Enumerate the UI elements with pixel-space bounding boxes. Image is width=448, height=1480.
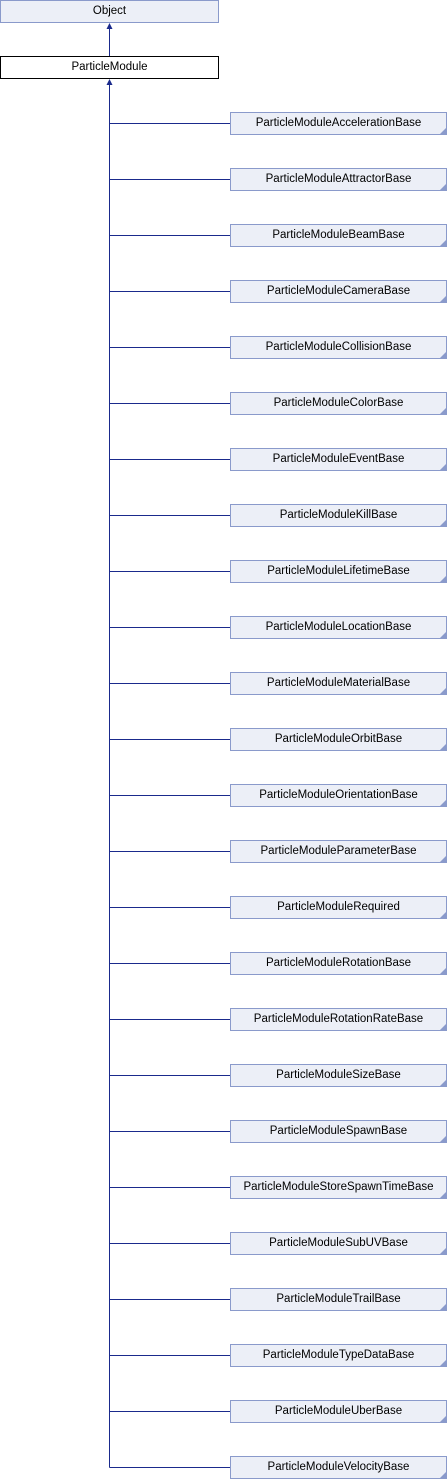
node-label: ParticleModuleRotationBase	[265, 957, 412, 969]
fold-corner-icon	[440, 408, 446, 414]
node-particle-module-rotation-rate-base[interactable]: ParticleModuleRotationRateBase	[230, 1008, 447, 1031]
node-particle-module-label: ParticleModule	[71, 61, 148, 73]
fold-corner-icon	[440, 352, 446, 358]
node-particle-module-uber-base[interactable]: ParticleModuleUberBase	[230, 1400, 447, 1423]
node-label: ParticleModuleAccelerationBase	[255, 117, 422, 129]
node-particle-module-store-spawn-time-base[interactable]: ParticleModuleStoreSpawnTimeBase	[230, 1176, 447, 1199]
arrowhead-object	[106, 23, 113, 29]
node-particle-module-orientation-base[interactable]: ParticleModuleOrientationBase	[230, 784, 447, 807]
node-particle-module-collision-base[interactable]: ParticleModuleCollisionBase	[230, 336, 447, 359]
fold-corner-icon	[440, 688, 446, 694]
node-label: ParticleModuleEventBase	[272, 453, 405, 465]
node-object[interactable]: Object	[0, 0, 219, 23]
inheritance-diagram: Object ParticleModule ParticleModuleAcce…	[0, 0, 448, 1480]
fold-corner-icon	[440, 856, 446, 862]
node-label: ParticleModuleSizeBase	[276, 1069, 401, 1081]
fold-corner-icon	[440, 1304, 446, 1310]
fold-corner-icon	[440, 1472, 446, 1478]
fold-corner-icon	[440, 912, 446, 918]
fold-corner-icon	[440, 1248, 446, 1254]
fold-corner-icon	[440, 800, 446, 806]
node-label: ParticleModuleSubUVBase	[269, 1237, 408, 1249]
fold-corner-icon	[440, 1192, 446, 1198]
fold-corner-icon	[440, 184, 446, 190]
node-particle-module-beam-base[interactable]: ParticleModuleBeamBase	[230, 224, 447, 247]
node-particle-module-event-base[interactable]: ParticleModuleEventBase	[230, 448, 447, 471]
node-particle-module-parameter-base[interactable]: ParticleModuleParameterBase	[230, 840, 447, 863]
node-label: ParticleModuleCameraBase	[266, 285, 411, 297]
node-particle-module-sub-uv-base[interactable]: ParticleModuleSubUVBase	[230, 1232, 447, 1255]
node-particle-module-acceleration-base[interactable]: ParticleModuleAccelerationBase	[230, 112, 447, 135]
node-label: ParticleModuleUberBase	[274, 1405, 403, 1417]
fold-corner-icon	[440, 296, 446, 302]
node-label: ParticleModuleTypeDataBase	[262, 1349, 415, 1361]
node-particle-module-camera-base[interactable]: ParticleModuleCameraBase	[230, 280, 447, 303]
node-label: ParticleModuleRequired	[277, 901, 400, 913]
node-particle-module-required[interactable]: ParticleModuleRequired	[230, 896, 447, 919]
node-particle-module-kill-base[interactable]: ParticleModuleKillBase	[230, 504, 447, 527]
fold-corner-icon	[440, 464, 446, 470]
fold-corner-icon	[440, 1136, 446, 1142]
node-particle-module-color-base[interactable]: ParticleModuleColorBase	[230, 392, 447, 415]
node-particle-module-orbit-base[interactable]: ParticleModuleOrbitBase	[230, 728, 447, 751]
node-particle-module-trail-base[interactable]: ParticleModuleTrailBase	[230, 1288, 447, 1311]
fold-corner-icon	[440, 576, 446, 582]
fold-corner-icon	[440, 1080, 446, 1086]
node-particle-module-spawn-base[interactable]: ParticleModuleSpawnBase	[230, 1120, 447, 1143]
fold-corner-icon	[440, 744, 446, 750]
node-label: ParticleModuleCollisionBase	[265, 341, 412, 353]
node-label: ParticleModuleTrailBase	[276, 1293, 401, 1305]
fold-corner-icon	[440, 968, 446, 974]
node-label: ParticleModuleLifetimeBase	[267, 565, 410, 577]
node-label: ParticleModuleStoreSpawnTimeBase	[243, 1181, 434, 1193]
node-label: ParticleModuleOrientationBase	[259, 789, 418, 801]
node-label: ParticleModuleVelocityBase	[267, 1461, 410, 1473]
node-label: ParticleModuleRotationRateBase	[253, 1013, 424, 1025]
fold-corner-icon	[440, 128, 446, 134]
fold-corner-icon	[440, 632, 446, 638]
node-label: ParticleModuleMaterialBase	[266, 677, 411, 689]
node-label: ParticleModuleSpawnBase	[269, 1125, 408, 1137]
node-particle-module-type-data-base[interactable]: ParticleModuleTypeDataBase	[230, 1344, 447, 1367]
node-particle-module-material-base[interactable]: ParticleModuleMaterialBase	[230, 672, 447, 695]
node-label: ParticleModuleKillBase	[279, 509, 398, 521]
fold-corner-icon	[440, 240, 446, 246]
node-label: ParticleModuleLocationBase	[265, 621, 412, 633]
fold-corner-icon	[440, 520, 446, 526]
node-particle-module: ParticleModule	[0, 56, 219, 79]
node-label: ParticleModuleOrbitBase	[274, 733, 403, 745]
fold-corner-icon	[440, 1360, 446, 1366]
node-label: ParticleModuleAttractorBase	[265, 173, 412, 185]
arrowhead-particle-module	[106, 79, 113, 85]
node-label: ParticleModuleBeamBase	[272, 229, 405, 241]
node-particle-module-lifetime-base[interactable]: ParticleModuleLifetimeBase	[230, 560, 447, 583]
node-particle-module-rotation-base[interactable]: ParticleModuleRotationBase	[230, 952, 447, 975]
node-label: ParticleModuleParameterBase	[260, 845, 417, 857]
node-particle-module-velocity-base[interactable]: ParticleModuleVelocityBase	[230, 1456, 447, 1479]
node-particle-module-attractor-base[interactable]: ParticleModuleAttractorBase	[230, 168, 447, 191]
fold-corner-icon	[440, 1024, 446, 1030]
node-particle-module-size-base[interactable]: ParticleModuleSizeBase	[230, 1064, 447, 1087]
node-object-label: Object	[92, 5, 127, 17]
node-label: ParticleModuleColorBase	[273, 397, 404, 409]
node-particle-module-location-base[interactable]: ParticleModuleLocationBase	[230, 616, 447, 639]
fold-corner-icon	[440, 1416, 446, 1422]
